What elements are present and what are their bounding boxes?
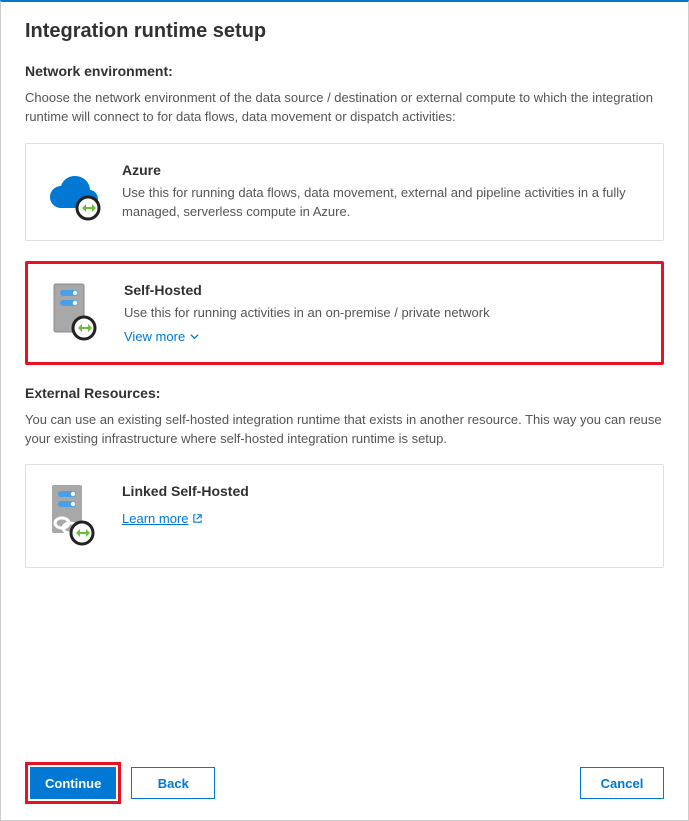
card-azure[interactable]: Azure Use this for running data flows, d… <box>25 143 664 241</box>
view-more-label: View more <box>124 329 185 344</box>
learn-more-link[interactable]: Learn more <box>122 511 203 526</box>
page-title: Integration runtime setup <box>25 20 664 43</box>
footer: Continue Back Cancel <box>25 752 664 804</box>
azure-cloud-icon <box>44 162 104 222</box>
view-more-link[interactable]: View more <box>124 329 200 344</box>
chevron-down-icon <box>189 331 200 342</box>
azure-title: Azure <box>122 162 645 178</box>
external-label: External Resources: <box>25 385 664 401</box>
card-self-hosted[interactable]: Self-Hosted Use this for running activit… <box>25 261 664 365</box>
card-linked-self-hosted[interactable]: Linked Self-Hosted Learn more <box>25 464 664 568</box>
network-description: Choose the network environment of the da… <box>25 89 664 127</box>
learn-more-label: Learn more <box>122 511 188 526</box>
external-link-icon <box>192 513 203 524</box>
server-icon <box>46 282 106 344</box>
self-hosted-title: Self-Hosted <box>124 282 643 298</box>
back-button[interactable]: Back <box>131 767 215 799</box>
network-label: Network environment: <box>25 63 664 79</box>
continue-highlight: Continue <box>25 762 121 804</box>
linked-title: Linked Self-Hosted <box>122 483 645 499</box>
continue-button[interactable]: Continue <box>30 767 116 799</box>
linked-server-icon <box>44 483 104 549</box>
external-description: You can use an existing self-hosted inte… <box>25 411 664 449</box>
cancel-button[interactable]: Cancel <box>580 767 664 799</box>
azure-description: Use this for running data flows, data mo… <box>122 184 645 222</box>
self-hosted-description: Use this for running activities in an on… <box>124 304 643 323</box>
